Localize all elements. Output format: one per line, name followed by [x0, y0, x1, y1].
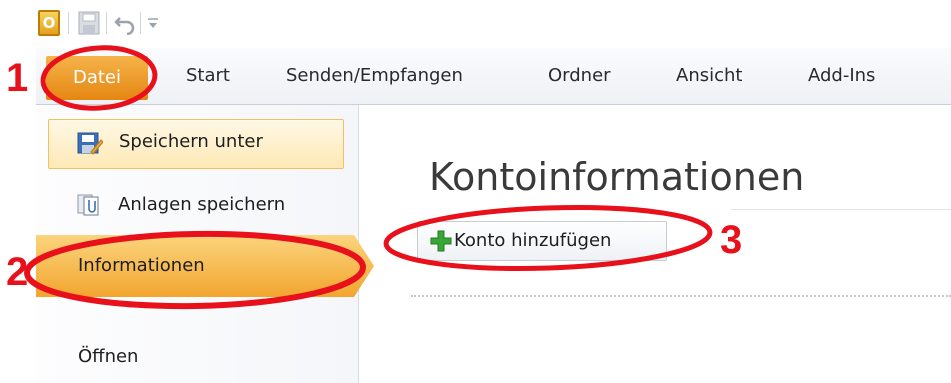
- outlook-app-icon[interactable]: O: [38, 10, 60, 36]
- tab-ansicht[interactable]: Ansicht: [676, 48, 742, 104]
- menu-item-anlagen-speichern[interactable]: Anlagen speichern: [36, 185, 358, 225]
- annotation-number-1: 1: [6, 56, 29, 100]
- toolbar-separator: [68, 12, 69, 34]
- save-icon[interactable]: [78, 11, 100, 35]
- account-info-panel: Kontoinformationen Konto hinzufügen: [359, 105, 951, 383]
- annotation-number-2: 2: [6, 250, 29, 294]
- annotation-number-3: 3: [720, 218, 743, 262]
- dotted-divider: [411, 295, 951, 297]
- tab-start[interactable]: Start: [186, 48, 230, 104]
- tab-senden-empfangen[interactable]: Senden/Empfangen: [286, 48, 463, 104]
- customize-icon[interactable]: [146, 13, 160, 33]
- tab-add-ins[interactable]: Add-Ins: [808, 48, 875, 104]
- tab-datei[interactable]: Datei: [46, 56, 148, 100]
- ribbon-tabs: Datei Start Senden/Empfangen Ordner Ansi…: [36, 48, 951, 105]
- attachments-icon: [77, 194, 99, 216]
- tab-ordner[interactable]: Ordner: [548, 48, 611, 104]
- page-title: Kontoinformationen: [429, 155, 805, 199]
- menu-item-label: Anlagen speichern: [118, 194, 286, 215]
- menu-item-oeffnen[interactable]: Öffnen: [36, 337, 358, 377]
- menu-item-informationen[interactable]: Informationen: [36, 235, 374, 297]
- quick-access-toolbar: O: [36, 0, 951, 48]
- toolbar-separator: [140, 12, 141, 34]
- menu-item-label: Informationen: [78, 255, 205, 276]
- menu-item-label: Öffnen: [78, 346, 139, 367]
- menu-item-label: Speichern unter: [119, 131, 263, 152]
- undo-icon[interactable]: [114, 11, 136, 35]
- divider: [731, 209, 951, 210]
- save-as-icon: [77, 132, 103, 155]
- add-account-button[interactable]: Konto hinzufügen: [417, 221, 667, 261]
- backstage-menu: Speichern unter Anlagen speichern Inform…: [36, 105, 374, 383]
- toolbar-separator: [106, 12, 107, 34]
- add-account-label: Konto hinzufügen: [454, 230, 612, 251]
- menu-item-speichern-unter[interactable]: Speichern unter: [48, 119, 344, 169]
- plus-icon: [430, 230, 452, 252]
